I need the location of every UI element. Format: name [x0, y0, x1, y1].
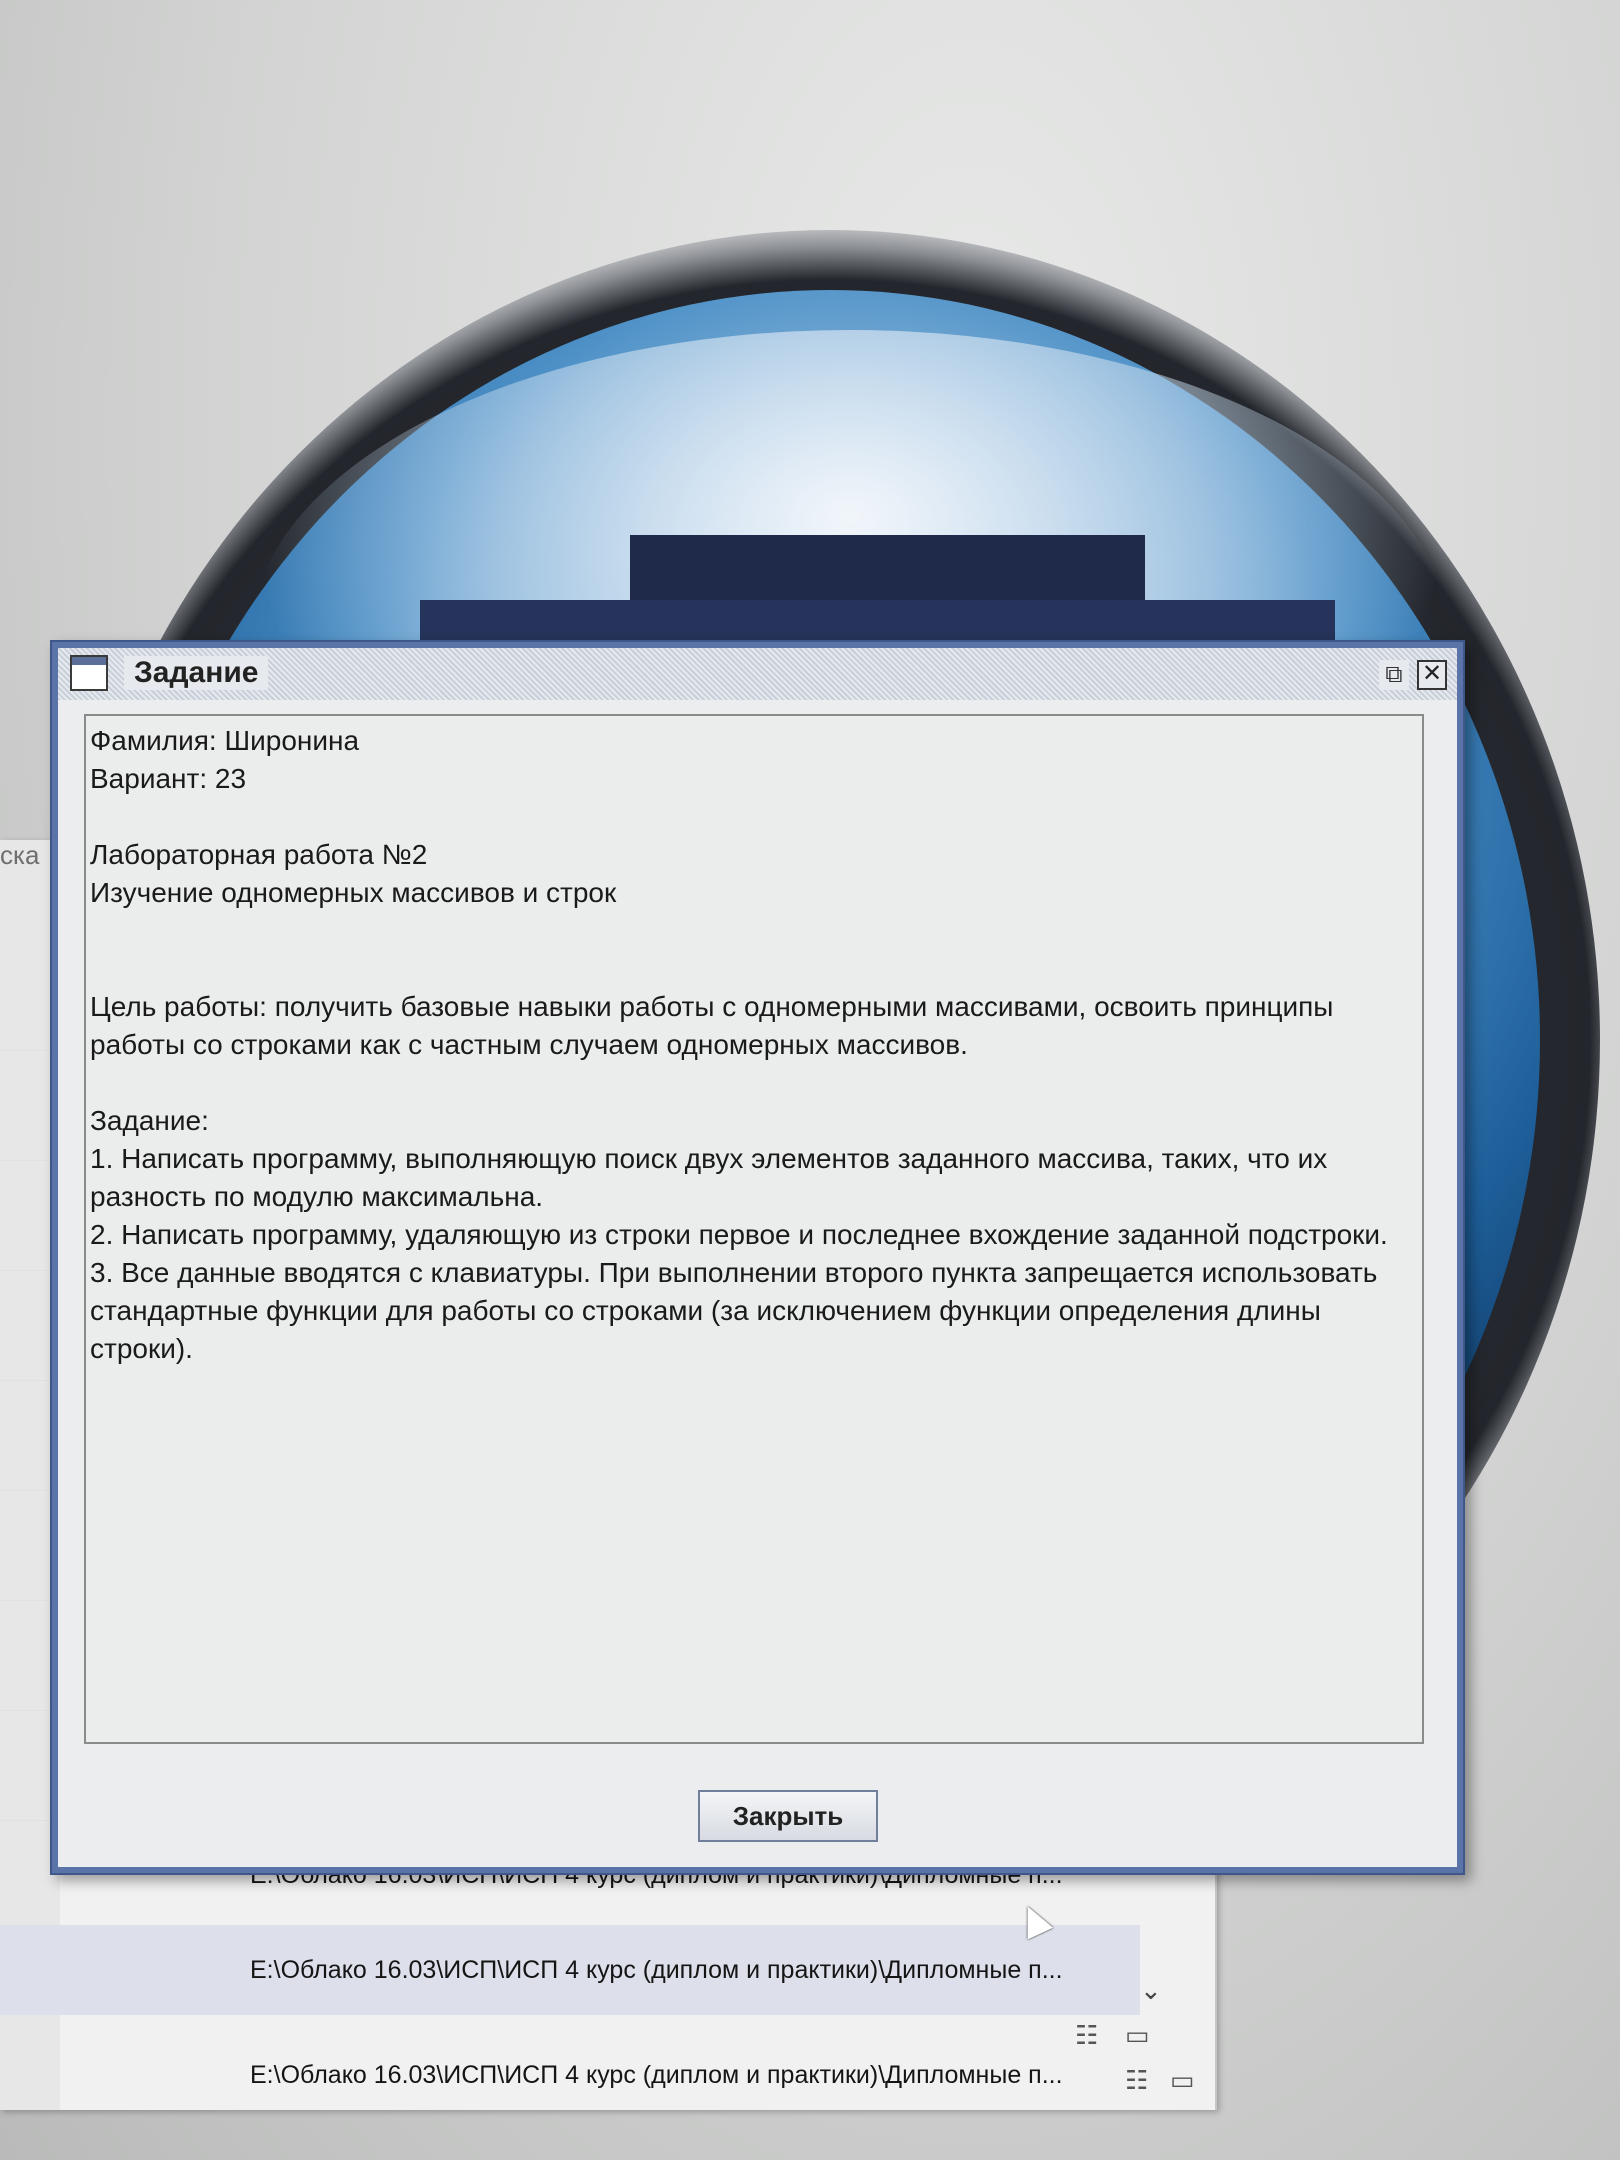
dialog-title: Задание: [124, 656, 269, 690]
task-text-area[interactable]: Фамилия: Широнина Вариант: 23 Лабораторн…: [84, 714, 1424, 1744]
chevron-down-icon[interactable]: ⌄: [1140, 1975, 1162, 2006]
lab-title: Лабораторная работа №2: [90, 839, 428, 870]
preview-view-icon[interactable]: ▭: [1125, 2020, 1150, 2051]
task-item-1: 1. Написать программу, выполняющую поиск…: [90, 1143, 1336, 1212]
dialog-client-area: Фамилия: Широнина Вариант: 23 Лабораторн…: [58, 700, 1457, 1867]
sidebar-label: ска: [0, 840, 40, 870]
task-heading: Задание:: [90, 1105, 209, 1136]
details-view-icon[interactable]: ☷: [1075, 2020, 1098, 2051]
task-item-3: 3. Все данные вводятся с клавиатуры. При…: [90, 1257, 1386, 1364]
window-app-icon[interactable]: [70, 655, 108, 691]
goal-paragraph: Цель работы: получить базовые навыки раб…: [90, 991, 1342, 1060]
file-path-row[interactable]: E:\Облако 16.03\ИСП\ИСП 4 курс (диплом и…: [0, 2030, 1140, 2120]
variant-line: Вариант: 23: [90, 763, 247, 794]
task-item-2: 2. Написать программу, удаляющую из стро…: [90, 1219, 1388, 1250]
preview-view-icon[interactable]: ▭: [1170, 2065, 1195, 2096]
restore-icon[interactable]: ⧉: [1379, 660, 1409, 690]
dialog-titlebar[interactable]: Задание ⧉ ✕: [58, 648, 1457, 700]
close-button[interactable]: Закрыть: [698, 1790, 878, 1842]
close-icon[interactable]: ✕: [1417, 660, 1447, 690]
lab-subtitle: Изучение одномерных массивов и строк: [90, 877, 617, 908]
task-dialog: Задание ⧉ ✕ Фамилия: Широнина Вариант: 2…: [50, 640, 1465, 1875]
surname-line: Фамилия: Широнина: [90, 725, 360, 756]
file-path-row-selected[interactable]: E:\Облако 16.03\ИСП\ИСП 4 курс (диплом и…: [0, 1925, 1140, 2015]
details-view-icon[interactable]: ☷: [1125, 2065, 1148, 2096]
